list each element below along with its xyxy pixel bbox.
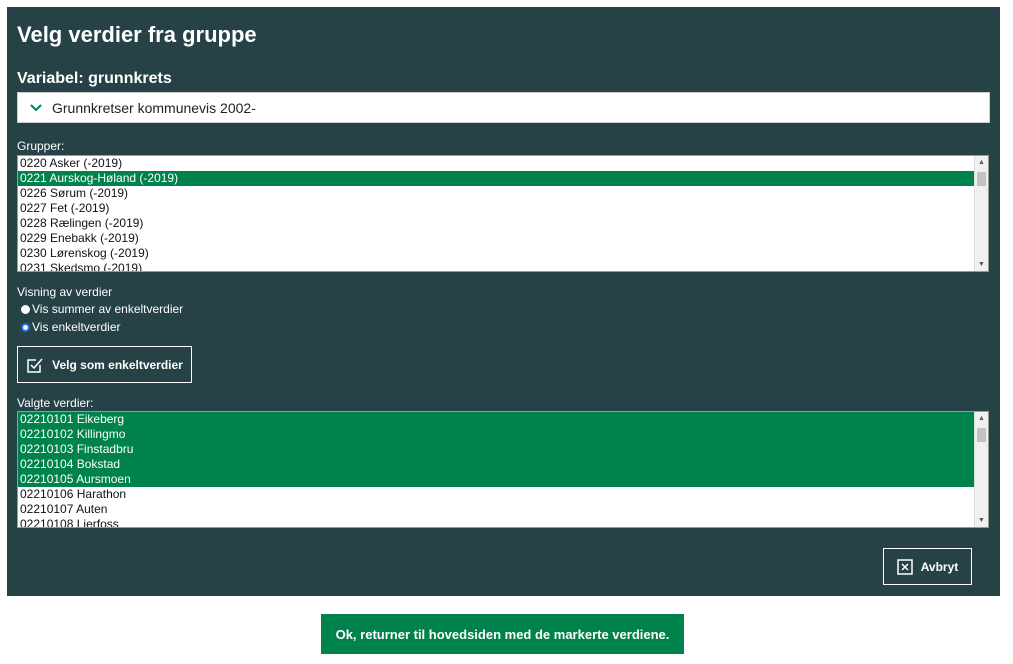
group-item[interactable]: 0221 Aurskog-Høland (-2019) [18,171,974,186]
group-item[interactable]: 0226 Sørum (-2019) [18,186,974,201]
radio-single-values[interactable]: Vis enkeltverdier [21,320,121,334]
selected-values-listbox[interactable]: 02210101 Eikeberg 02210102 Killingmo 022… [17,411,989,528]
scroll-down-icon[interactable]: ▼ [975,514,988,527]
group-item[interactable]: 0228 Rælingen (-2019) [18,216,974,231]
radio-button[interactable] [21,304,30,314]
dialog-title: Velg verdier fra gruppe [17,22,257,47]
variable-label: Variabel: grunnkrets [17,70,172,87]
select-button-label: Velg som enkeltverdier [52,357,183,372]
classification-dropdown[interactable]: Grunnkretser kommunevis 2002- [17,92,990,123]
groups-listbox[interactable]: 0220 Asker (-2019) 0221 Aurskog-Høland (… [17,155,989,272]
classification-label: Grunnkretser kommunevis 2002- [52,99,256,116]
radio-button[interactable] [21,322,30,332]
cancel-button-label: Avbryt [920,559,959,574]
radio-sum-values[interactable]: Vis summer av enkeltverdier [21,302,183,316]
value-item[interactable]: 02210103 Finstadbru [18,442,974,457]
select-values-dialog: Velg verdier fra gruppe Variabel: grunnk… [7,7,1000,596]
selected-values-label: Valgte verdier: [17,396,94,410]
group-item[interactable]: 0227 Fet (-2019) [18,201,974,216]
display-label: Visning av verdier [17,285,113,299]
value-item[interactable]: 02210102 Killingmo [18,427,974,442]
values-scrollbar[interactable]: ▲ ▼ [974,412,988,527]
scroll-thumb[interactable] [977,172,986,186]
value-item[interactable]: 02210105 Aursmoen [18,472,974,487]
scroll-up-icon[interactable]: ▲ [975,156,988,169]
group-item[interactable]: 0220 Asker (-2019) [18,156,974,171]
cancel-button[interactable]: Avbryt [883,548,972,585]
value-item[interactable]: 02210108 Lierfoss [18,517,974,527]
value-item[interactable]: 02210106 Harathon [18,487,974,502]
close-box-icon [896,558,913,575]
ok-return-button[interactable]: Ok, returner til hovedsiden med de marke… [321,614,684,654]
value-item[interactable]: 02210104 Bokstad [18,457,974,472]
scroll-down-icon[interactable]: ▼ [975,258,988,271]
value-item[interactable]: 02210101 Eikeberg [18,412,974,427]
checkbox-checked-icon [27,358,43,373]
chevron-down-icon [28,100,44,116]
scroll-thumb[interactable] [977,428,986,442]
select-as-single-values-button[interactable]: Velg som enkeltverdier [17,346,192,383]
group-item[interactable]: 0230 Lørenskog (-2019) [18,246,974,261]
group-item[interactable]: 0231 Skedsmo (-2019) [18,261,974,271]
radio-label: Vis enkeltverdier [32,320,121,334]
group-item[interactable]: 0229 Enebakk (-2019) [18,231,974,246]
groups-scrollbar[interactable]: ▲ ▼ [974,156,988,271]
groups-label: Grupper: [17,139,65,153]
value-item[interactable]: 02210107 Auten [18,502,974,517]
scroll-up-icon[interactable]: ▲ [975,412,988,425]
radio-label: Vis summer av enkeltverdier [32,302,184,316]
